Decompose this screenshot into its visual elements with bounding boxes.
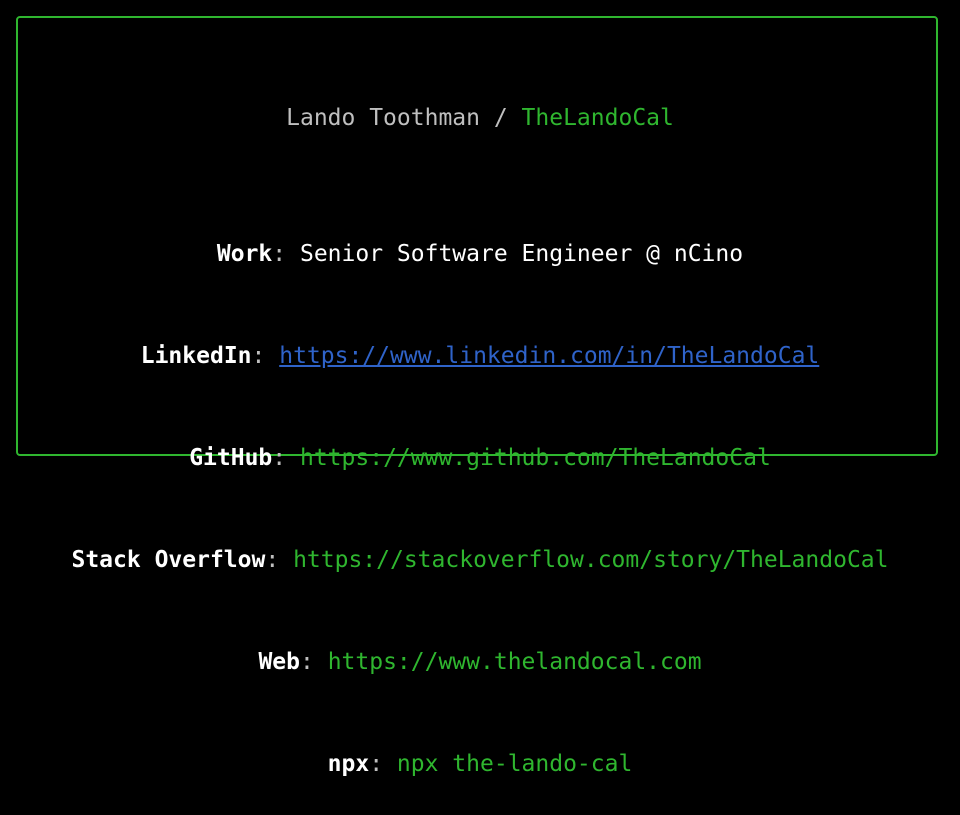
github-label: GitHub [189, 445, 273, 471]
stackoverflow-label: Stack Overflow [71, 547, 266, 573]
web-label: Web [258, 649, 300, 675]
info-row-npx: npx: npx the-lando-cal [0, 747, 960, 781]
linkedin-link[interactable]: https://www.linkedin.com/in/TheLandoCal [279, 343, 819, 369]
info-list: Work: Senior Software Engineer @ nCino L… [0, 169, 960, 815]
info-row-web: Web: https://www.thelandocal.com [0, 645, 960, 679]
web-colon: : [299, 649, 328, 675]
work-label: Work [216, 241, 273, 267]
linkedin-label: LinkedIn [140, 343, 252, 369]
info-row-linkedin: LinkedIn: https://www.linkedin.com/in/Th… [0, 339, 960, 373]
stackoverflow-colon: : [265, 547, 294, 573]
work-colon: : [272, 241, 300, 267]
name-separator: / [480, 105, 522, 131]
npx-command: npx the-lando-cal [396, 751, 633, 777]
handle: TheLandoCal [521, 105, 674, 131]
info-row-work: Work: Senior Software Engineer @ nCino [0, 237, 960, 271]
npx-label: npx [327, 751, 370, 777]
card-header: Lando Toothman / TheLandoCal [0, 101, 960, 135]
full-name: Lando Toothman [286, 105, 480, 131]
github-colon: : [272, 445, 300, 471]
linkedin-colon: : [251, 343, 280, 369]
github-link[interactable]: https://www.github.com/TheLandoCal [300, 445, 771, 471]
info-row-stackoverflow: Stack Overflow: https://stackoverflow.co… [0, 543, 960, 577]
info-row-github: GitHub: https://www.github.com/TheLandoC… [0, 441, 960, 475]
web-link[interactable]: https://www.thelandocal.com [328, 649, 702, 675]
npx-colon: : [369, 751, 397, 777]
work-value: Senior Software Engineer @ nCino [299, 241, 744, 267]
stackoverflow-link[interactable]: https://stackoverflow.com/story/TheLando… [293, 547, 888, 573]
